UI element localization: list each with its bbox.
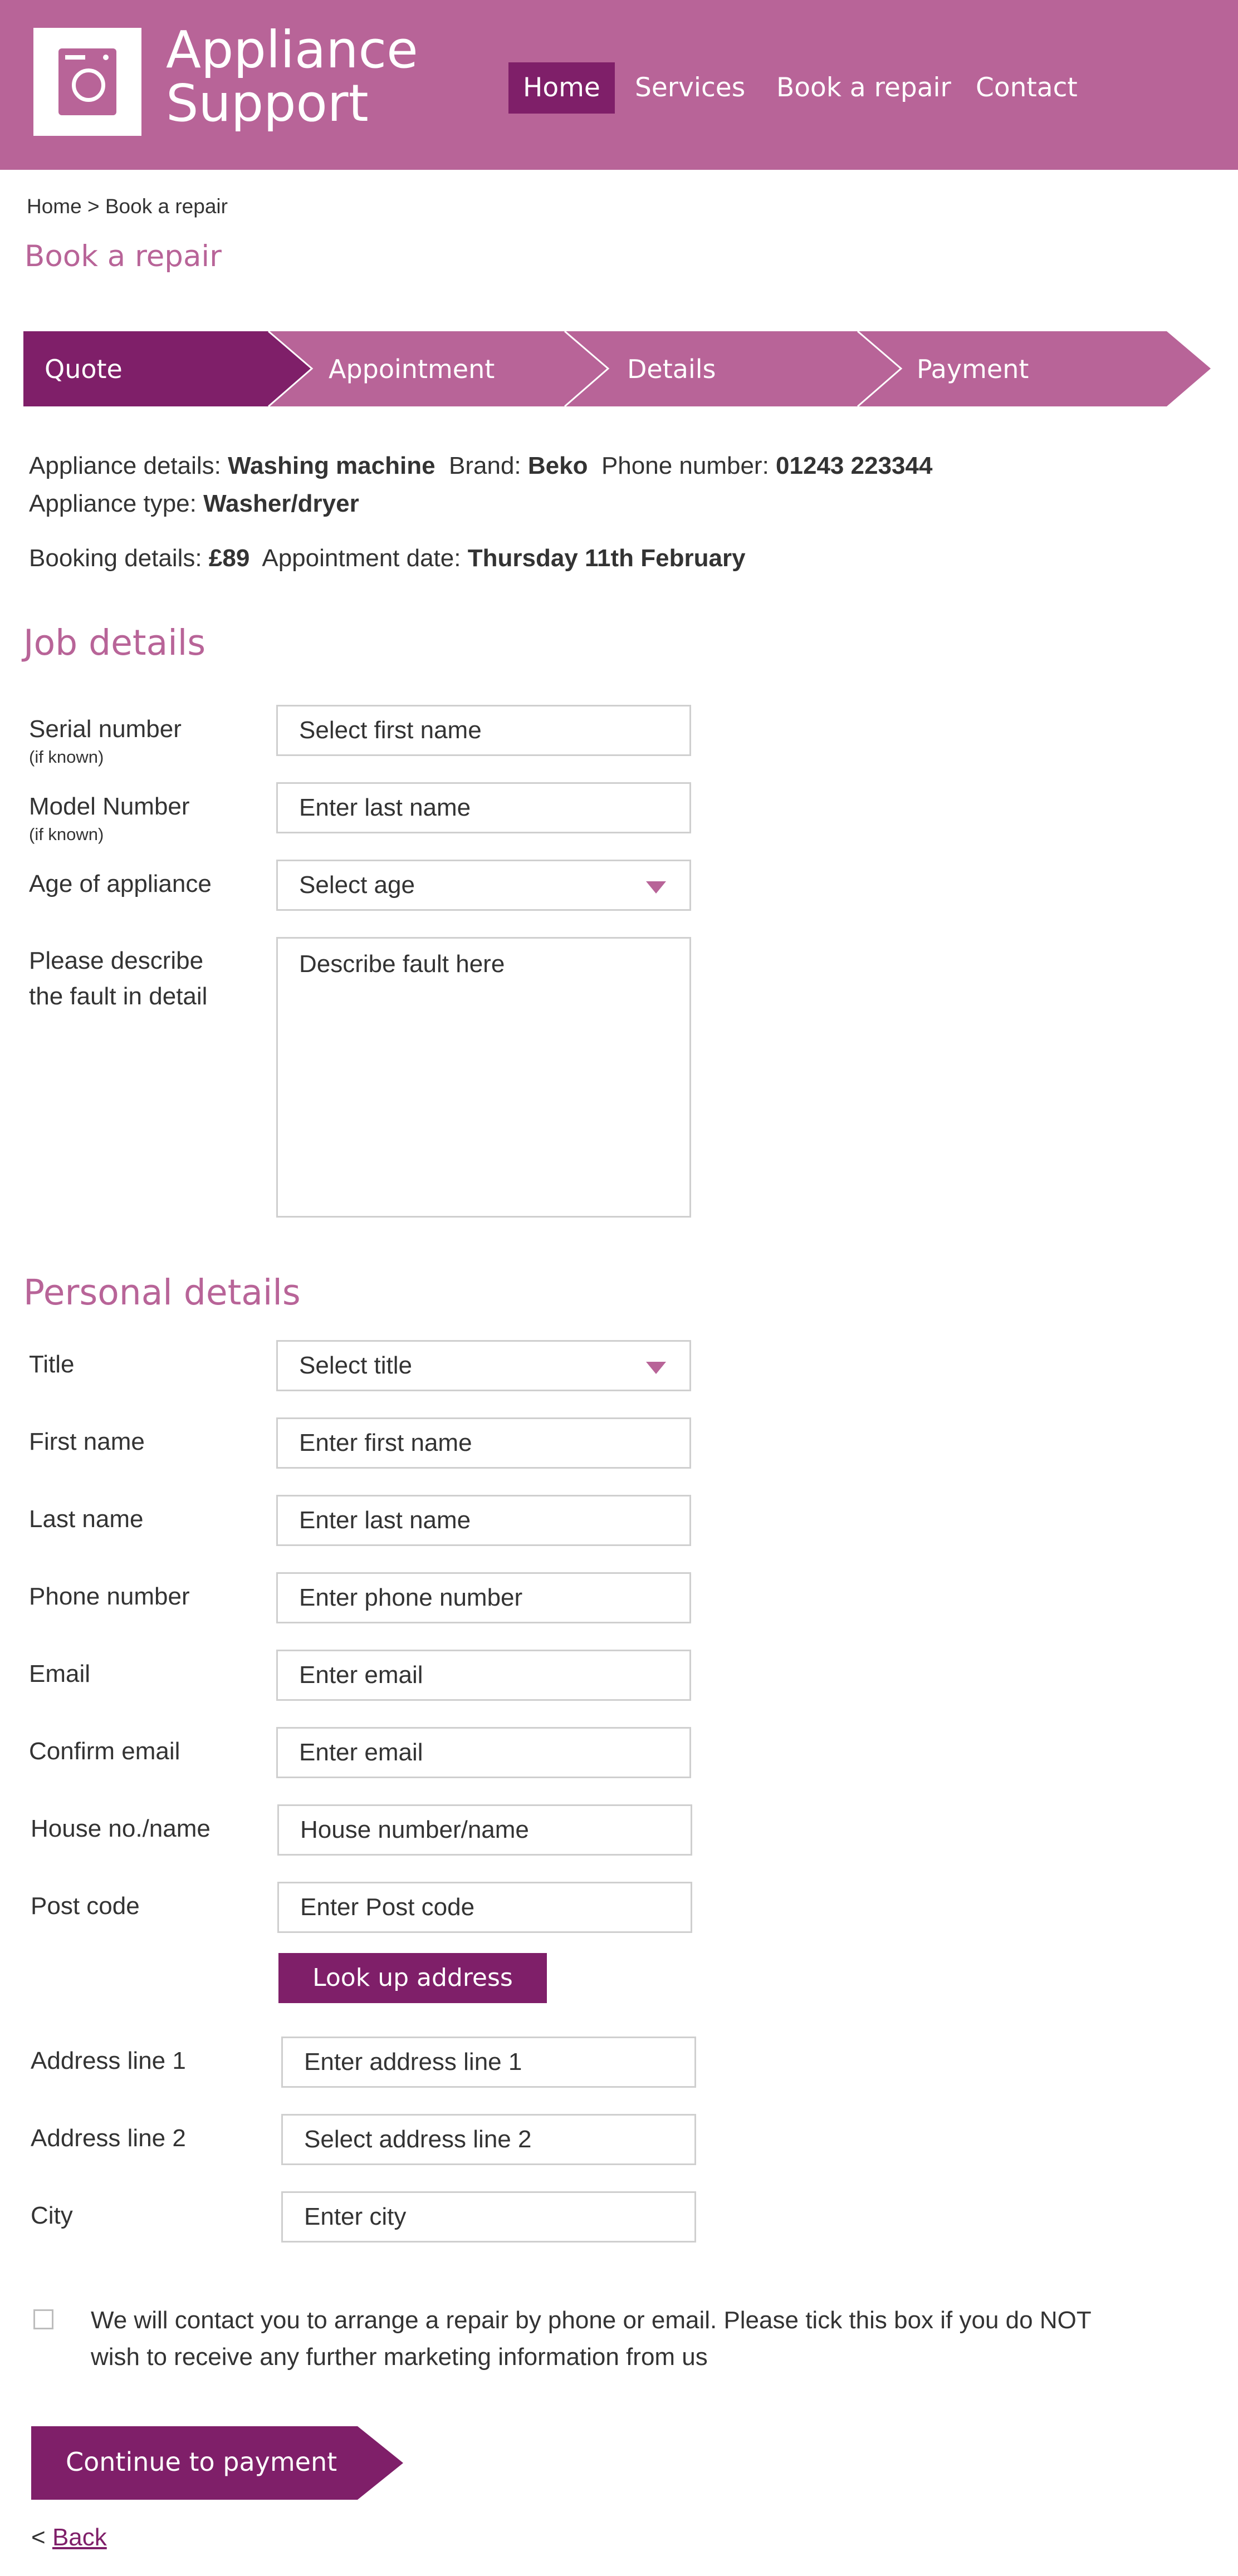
address-line-2-input[interactable]: [281, 2114, 696, 2165]
serial-number-hint: (if known): [29, 747, 104, 767]
appliance-summary: Appliance details: Washing machine Brand…: [29, 452, 932, 480]
fault-label-line-2: the fault in detail: [29, 983, 208, 1010]
breadcrumb: Home > Book a repair: [27, 195, 228, 218]
booking-label: Booking details:: [29, 544, 202, 572]
page-title: Book a repair: [25, 239, 222, 273]
title-label: Title: [29, 1351, 75, 1378]
consent-line-2: wish to receive any further marketing in…: [91, 2343, 708, 2371]
last-name-input[interactable]: [276, 1495, 691, 1546]
address-line-1-input[interactable]: [281, 2037, 696, 2088]
nav-services[interactable]: Services: [620, 62, 760, 114]
marketing-opt-out-checkbox[interactable]: [33, 2309, 53, 2329]
triangle-down-icon: [646, 881, 666, 894]
email-label: Email: [29, 1660, 91, 1687]
model-number-input[interactable]: [276, 782, 691, 833]
address-line-1-label: Address line 1: [31, 2047, 186, 2074]
booking-summary: Booking details: £89 Appointment date: T…: [29, 544, 746, 572]
step-label-details: Details: [627, 354, 716, 384]
back-link[interactable]: Back: [52, 2524, 107, 2551]
step-payment: [858, 331, 1211, 406]
phone-number-label: Phone number: [29, 1583, 190, 1610]
phone-label: Phone number:: [601, 452, 769, 479]
model-number-label: Model Number (if known): [29, 789, 190, 845]
post-code-label: Post code: [31, 1892, 140, 1920]
model-number-hint: (if known): [29, 825, 104, 844]
marketing-consent-text: We will contact you to arrange a repair …: [91, 2302, 1132, 2376]
logo[interactable]: [33, 28, 141, 136]
age-select-value: Select age: [299, 871, 415, 899]
triangle-down-icon: [646, 1362, 666, 1374]
appliance-details-value: Washing machine: [228, 452, 435, 479]
first-name-label: First name: [29, 1428, 145, 1455]
serial-number-input[interactable]: [276, 705, 691, 756]
booking-value: £89: [208, 544, 250, 572]
appliance-type-label: Appliance type:: [29, 490, 197, 517]
nav-book-a-repair[interactable]: Book a repair: [762, 62, 966, 114]
back-link-container: < Back: [31, 2524, 107, 2552]
fault-description-label: Please describe the fault in detail: [29, 943, 207, 1014]
serial-number-label-text: Serial number: [29, 715, 182, 743]
first-name-input[interactable]: [276, 1417, 691, 1469]
model-number-label-text: Model Number: [29, 793, 190, 820]
breadcrumb-current: Book a repair: [105, 195, 228, 218]
brand-label: Brand:: [449, 452, 521, 479]
address-line-2-label: Address line 2: [31, 2124, 186, 2152]
house-number-input[interactable]: [277, 1804, 692, 1856]
job-details-heading: Job details: [23, 622, 206, 663]
serial-number-label: Serial number (if known): [29, 712, 182, 767]
city-label: City: [31, 2202, 73, 2229]
confirm-email-input[interactable]: [276, 1727, 691, 1778]
brand-value: Beko: [527, 452, 588, 479]
email-input[interactable]: [276, 1650, 691, 1701]
fault-description-textarea[interactable]: [276, 937, 691, 1218]
personal-details-heading: Personal details: [23, 1272, 301, 1313]
consent-line-1: We will contact you to arrange a repair …: [91, 2307, 1092, 2334]
appointment-date-label: Appointment date:: [262, 544, 461, 572]
look-up-address-button[interactable]: Look up address: [278, 1953, 547, 2003]
step-label-appointment: Appointment: [329, 354, 495, 384]
post-code-input[interactable]: [277, 1882, 692, 1933]
fault-label-line-1: Please describe: [29, 947, 204, 974]
step-label-payment: Payment: [917, 354, 1029, 384]
brand-name: Appliance Support: [166, 23, 456, 130]
progress-steps: Quote Appointment Details Payment: [23, 331, 1211, 406]
brand-line-1: Appliance: [166, 20, 418, 80]
appointment-date-value: Thursday 11th February: [467, 544, 746, 572]
house-number-label: House no./name: [31, 1815, 211, 1842]
washing-machine-icon: [58, 48, 116, 115]
phone-value: 01243 223344: [776, 452, 933, 479]
appliance-type-summary: Appliance type: Washer/dryer: [29, 490, 359, 518]
last-name-label: Last name: [29, 1505, 144, 1533]
confirm-email-label: Confirm email: [29, 1738, 180, 1765]
continue-to-payment-button[interactable]: Continue to payment: [31, 2426, 404, 2500]
appliance-details-label: Appliance details:: [29, 452, 221, 479]
breadcrumb-home[interactable]: Home: [27, 195, 82, 218]
step-details: [565, 331, 901, 406]
phone-number-input[interactable]: [276, 1572, 691, 1623]
nav-contact[interactable]: Contact: [961, 62, 1092, 114]
title-select[interactable]: Select title: [276, 1340, 691, 1391]
back-chevron: <: [31, 2524, 46, 2551]
nav-home[interactable]: Home: [508, 62, 615, 114]
age-of-appliance-label: Age of appliance: [29, 870, 212, 897]
title-select-value: Select title: [299, 1352, 412, 1379]
breadcrumb-separator: >: [87, 195, 100, 218]
site-header: Appliance Support Home Services Book a r…: [0, 0, 1238, 170]
continue-label: Continue to payment: [66, 2447, 337, 2477]
brand-line-2: Support: [166, 73, 369, 133]
step-label-quote: Quote: [45, 354, 123, 384]
appliance-type-value: Washer/dryer: [203, 490, 359, 517]
age-of-appliance-select[interactable]: Select age: [276, 860, 691, 911]
city-input[interactable]: [281, 2191, 696, 2243]
